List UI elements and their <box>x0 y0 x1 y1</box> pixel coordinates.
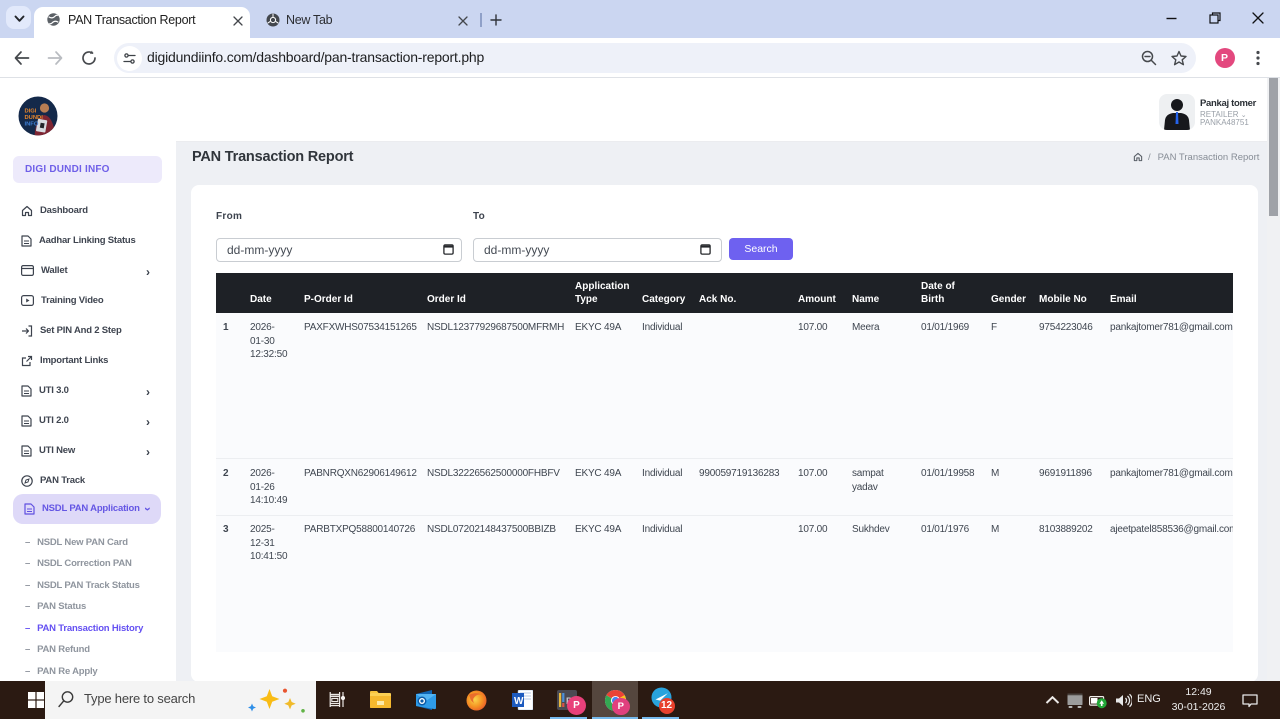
svg-text:INFO: INFO <box>25 122 39 128</box>
svg-text:DUNDI: DUNDI <box>25 115 44 121</box>
svg-text:W: W <box>514 696 524 707</box>
svg-text:DIGI: DIGI <box>25 109 37 115</box>
